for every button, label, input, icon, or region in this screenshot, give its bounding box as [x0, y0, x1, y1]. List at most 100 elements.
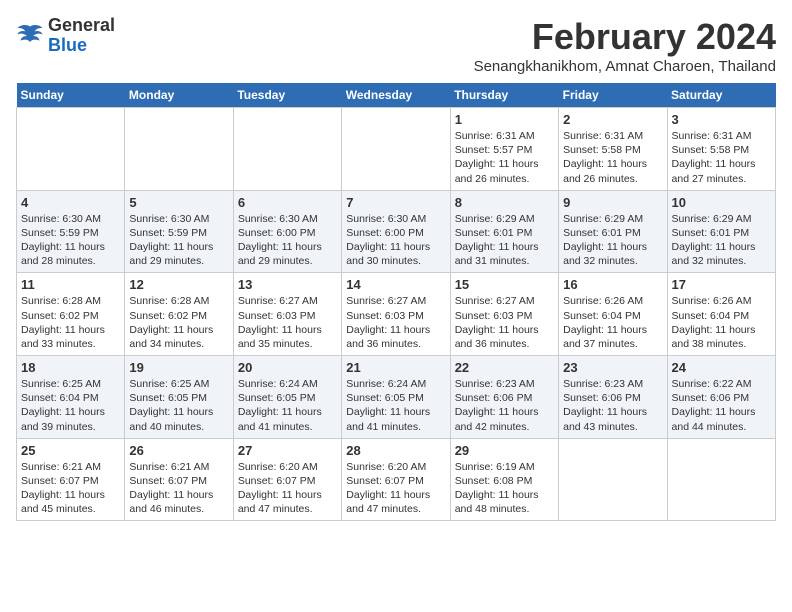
calendar-week-row: 18 Sunrise: 6:25 AM Sunset: 6:04 PM Dayli… [17, 356, 776, 439]
cell-date-number: 24 [672, 360, 771, 375]
cell-date-number: 15 [455, 277, 554, 292]
calendar-cell: 11 Sunrise: 6:28 AM Sunset: 6:02 PM Dayli… [17, 273, 125, 356]
cell-date-number: 17 [672, 277, 771, 292]
cell-date-number: 8 [455, 195, 554, 210]
cell-date-number: 19 [129, 360, 228, 375]
cell-sun-info: Sunrise: 6:28 AM Sunset: 6:02 PM Dayligh… [21, 294, 120, 351]
calendar-cell: 9 Sunrise: 6:29 AM Sunset: 6:01 PM Daylig… [559, 190, 667, 273]
cell-sun-info: Sunrise: 6:30 AM Sunset: 6:00 PM Dayligh… [238, 212, 337, 269]
cell-date-number: 4 [21, 195, 120, 210]
weekday-header-row: SundayMondayTuesdayWednesdayThursdayFrid… [17, 83, 776, 108]
cell-sun-info: Sunrise: 6:30 AM Sunset: 5:59 PM Dayligh… [129, 212, 228, 269]
weekday-header-monday: Monday [125, 83, 233, 108]
logo: General Blue [16, 16, 115, 56]
calendar-cell [667, 438, 775, 521]
calendar-cell: 4Sunrise: 6:30 AM Sunset: 5:59 PM Daylig… [17, 190, 125, 273]
calendar-cell: 24 Sunrise: 6:22 AM Sunset: 6:06 PM Dayli… [667, 356, 775, 439]
cell-date-number: 1 [455, 112, 554, 127]
cell-sun-info: Sunrise: 6:23 AM Sunset: 6:06 PM Dayligh… [455, 377, 554, 434]
calendar-week-row: 4 Sunrise: 6:30 AM Sunset: 5:59 PM Daylig… [17, 190, 776, 273]
cell-sun-info: Sunrise: 6:23 AM Sunset: 6:06 PM Dayligh… [563, 377, 662, 434]
cell-date-number: 11 [21, 277, 120, 292]
cell-date-number: 26 [129, 443, 228, 458]
cell-sun-info: Sunrise: 6:20 AM Sunset: 6:07 PM Dayligh… [346, 460, 445, 517]
cell-date-number: 18 [21, 360, 120, 375]
month-year-title: February 2024 [474, 16, 776, 58]
cell-sun-info: Sunrise: 6:27 AM Sunset: 6:03 PM Dayligh… [238, 294, 337, 351]
cell-sun-info: Sunrise: 6:30 AM Sunset: 6:00 PM Dayligh… [346, 212, 445, 269]
cell-sun-info: Sunrise: 6:21 AM Sunset: 6:07 PM Dayligh… [21, 460, 120, 517]
cell-date-number: 5 [129, 195, 228, 210]
cell-date-number: 28 [346, 443, 445, 458]
cell-sun-info: Sunrise: 6:29 AM Sunset: 6:01 PM Dayligh… [563, 212, 662, 269]
calendar-cell: 2 Sunrise: 6:31 AM Sunset: 5:58 PM Daylig… [559, 108, 667, 191]
title-block: February 2024 Senangkhanikhom, Amnat Cha… [474, 16, 776, 75]
weekday-header-tuesday: Tuesday [233, 83, 341, 108]
calendar-cell [125, 108, 233, 191]
calendar-cell: 10 Sunrise: 6:29 AM Sunset: 6:01 PM Dayli… [667, 190, 775, 273]
calendar-cell: 1 Sunrise: 6:31 AM Sunset: 5:57 PM Daylig… [450, 108, 558, 191]
calendar-week-row: 1 Sunrise: 6:31 AM Sunset: 5:57 PM Daylig… [17, 108, 776, 191]
cell-sun-info: Sunrise: 6:25 AM Sunset: 6:04 PM Dayligh… [21, 377, 120, 434]
weekday-header-friday: Friday [559, 83, 667, 108]
cell-sun-info: Sunrise: 6:31 AM Sunset: 5:57 PM Dayligh… [455, 129, 554, 186]
cell-date-number: 16 [563, 277, 662, 292]
cell-date-number: 12 [129, 277, 228, 292]
calendar-cell: 14 Sunrise: 6:27 AM Sunset: 6:03 PM Dayli… [342, 273, 450, 356]
calendar-cell [559, 438, 667, 521]
calendar-week-row: 25 Sunrise: 6:21 AM Sunset: 6:07 PM Dayli… [17, 438, 776, 521]
calendar-cell: 20Sunrise: 6:24 AM Sunset: 6:05 PM Dayli… [233, 356, 341, 439]
calendar-cell [17, 108, 125, 191]
page-header: General Blue February 2024 Senangkhanikh… [16, 16, 776, 75]
cell-date-number: 7 [346, 195, 445, 210]
calendar-cell: 21 Sunrise: 6:24 AM Sunset: 6:05 PM Dayli… [342, 356, 450, 439]
calendar-cell: 25 Sunrise: 6:21 AM Sunset: 6:07 PM Dayli… [17, 438, 125, 521]
cell-sun-info: Sunrise: 6:27 AM Sunset: 6:03 PM Dayligh… [455, 294, 554, 351]
calendar-cell: 15 Sunrise: 6:27 AM Sunset: 6:03 PM Dayli… [450, 273, 558, 356]
cell-date-number: 3 [672, 112, 771, 127]
cell-sun-info: Sunrise: 6:20 AM Sunset: 6:07 PM Dayligh… [238, 460, 337, 517]
calendar-cell: 29Sunrise: 6:19 AM Sunset: 6:08 PM Dayli… [450, 438, 558, 521]
weekday-header-saturday: Saturday [667, 83, 775, 108]
cell-date-number: 22 [455, 360, 554, 375]
cell-date-number: 9 [563, 195, 662, 210]
calendar-cell: 27 Sunrise: 6:20 AM Sunset: 6:07 PM Dayli… [233, 438, 341, 521]
cell-sun-info: Sunrise: 6:19 AM Sunset: 6:08 PM Dayligh… [455, 460, 554, 517]
calendar-cell: 5 Sunrise: 6:30 AM Sunset: 5:59 PM Daylig… [125, 190, 233, 273]
calendar-cell [342, 108, 450, 191]
cell-sun-info: Sunrise: 6:27 AM Sunset: 6:03 PM Dayligh… [346, 294, 445, 351]
cell-sun-info: Sunrise: 6:24 AM Sunset: 6:05 PM Dayligh… [346, 377, 445, 434]
cell-sun-info: Sunrise: 6:29 AM Sunset: 6:01 PM Dayligh… [672, 212, 771, 269]
cell-date-number: 25 [21, 443, 120, 458]
calendar-table: SundayMondayTuesdayWednesdayThursdayFrid… [16, 83, 776, 521]
calendar-cell: 22 Sunrise: 6:23 AM Sunset: 6:06 PM Dayli… [450, 356, 558, 439]
cell-date-number: 13 [238, 277, 337, 292]
cell-sun-info: Sunrise: 6:21 AM Sunset: 6:07 PM Dayligh… [129, 460, 228, 517]
calendar-cell: 28 Sunrise: 6:20 AM Sunset: 6:07 PM Dayli… [342, 438, 450, 521]
calendar-week-row: 11 Sunrise: 6:28 AM Sunset: 6:02 PM Dayli… [17, 273, 776, 356]
cell-date-number: 2 [563, 112, 662, 127]
calendar-cell: 12 Sunrise: 6:28 AM Sunset: 6:02 PM Dayli… [125, 273, 233, 356]
calendar-cell: 23 Sunrise: 6:23 AM Sunset: 6:06 PM Dayli… [559, 356, 667, 439]
cell-date-number: 27 [238, 443, 337, 458]
cell-sun-info: Sunrise: 6:31 AM Sunset: 5:58 PM Dayligh… [563, 129, 662, 186]
weekday-header-sunday: Sunday [17, 83, 125, 108]
calendar-cell: 17 Sunrise: 6:26 AM Sunset: 6:04 PM Dayli… [667, 273, 775, 356]
calendar-cell: 18 Sunrise: 6:25 AM Sunset: 6:04 PM Dayli… [17, 356, 125, 439]
cell-sun-info: Sunrise: 6:22 AM Sunset: 6:06 PM Dayligh… [672, 377, 771, 434]
calendar-cell: 13 Sunrise: 6:27 AM Sunset: 6:03 PM Dayli… [233, 273, 341, 356]
logo-bird-icon [16, 22, 44, 50]
weekday-header-wednesday: Wednesday [342, 83, 450, 108]
calendar-cell: 19 Sunrise: 6:25 AM Sunset: 6:05 PM Dayli… [125, 356, 233, 439]
location-subtitle: Senangkhanikhom, Amnat Charoen, Thailand [474, 58, 776, 75]
cell-date-number: 14 [346, 277, 445, 292]
cell-sun-info: Sunrise: 6:26 AM Sunset: 6:04 PM Dayligh… [672, 294, 771, 351]
cell-sun-info: Sunrise: 6:29 AM Sunset: 6:01 PM Dayligh… [455, 212, 554, 269]
weekday-header-thursday: Thursday [450, 83, 558, 108]
cell-sun-info: Sunrise: 6:28 AM Sunset: 6:02 PM Dayligh… [129, 294, 228, 351]
cell-date-number: 23 [563, 360, 662, 375]
cell-sun-info: Sunrise: 6:25 AM Sunset: 6:05 PM Dayligh… [129, 377, 228, 434]
cell-date-number: 10 [672, 195, 771, 210]
cell-date-number: 21 [346, 360, 445, 375]
calendar-cell: 3Sunrise: 6:31 AM Sunset: 5:58 PM Daylig… [667, 108, 775, 191]
